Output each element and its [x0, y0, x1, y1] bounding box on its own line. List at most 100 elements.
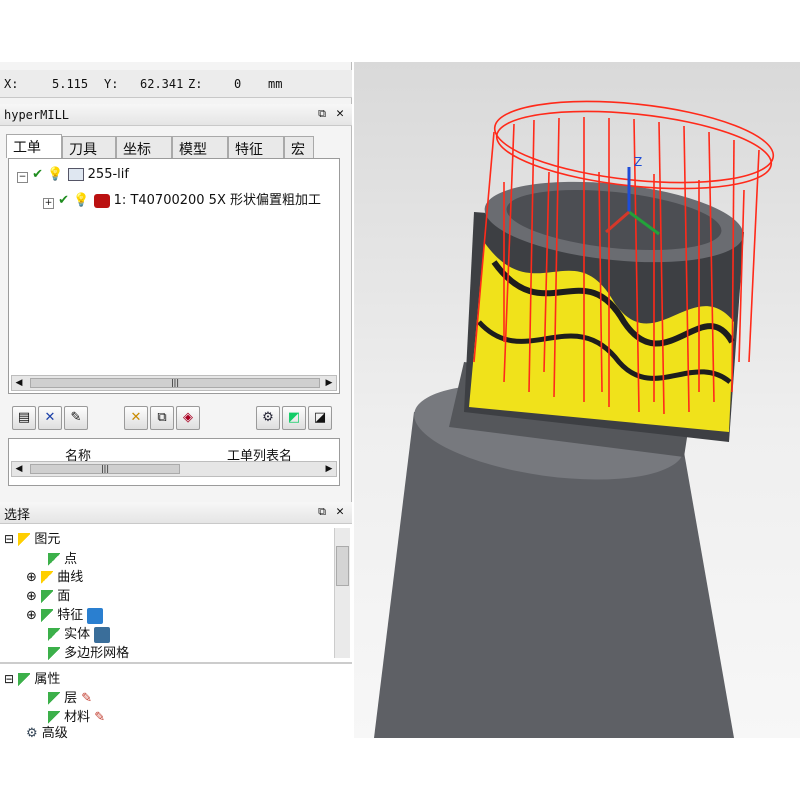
tab-macros[interactable]: 宏: [284, 136, 314, 158]
cursor-arrow-icon: [41, 570, 54, 585]
joblist-icon: [67, 168, 84, 181]
tree-root-label: 255-lif: [87, 167, 129, 182]
sel-root-label: 图元: [34, 532, 61, 547]
sel-root-row[interactable]: ⊟ 图元: [4, 528, 60, 547]
job-tree: − ✔ 💡 255-lif + ✔ 💡 1: T40700200 5X 形状偏置…: [8, 158, 340, 394]
sel-item-label: 曲线: [57, 570, 84, 585]
scroll-left-icon[interactable]: ◀: [12, 376, 26, 390]
sel-item-face[interactable]: ⊕ 面: [26, 585, 70, 604]
attr-item-label: 材料: [64, 710, 91, 725]
sel-item-label: 面: [57, 589, 71, 604]
calculate-icon[interactable]: ✕: [124, 406, 148, 430]
sel-item-label: 特征: [57, 608, 84, 623]
expand-icon[interactable]: ⊕: [26, 570, 37, 585]
job-list-table: 名称 工单列表名 ◀ ||| ▶: [8, 438, 340, 486]
check-icon: ✔: [58, 193, 70, 208]
rename-icon[interactable]: ✎: [64, 406, 88, 430]
sel-item-solid[interactable]: 实体: [48, 623, 111, 643]
cursor-arrow-icon: [41, 608, 54, 623]
attr-item-label: 层: [64, 691, 78, 706]
close-icon[interactable]: ✕: [336, 106, 344, 121]
divider: [0, 662, 352, 664]
selection-vscrollbar[interactable]: [334, 528, 350, 658]
expand-icon[interactable]: ⊕: [26, 589, 37, 604]
pencil-icon: ✎: [94, 710, 106, 725]
scroll-thumb[interactable]: [336, 546, 349, 586]
cursor-arrow-icon: [18, 672, 31, 687]
sel-item-curve[interactable]: ⊕ 曲线: [26, 566, 83, 585]
gear-icon: ⚙: [26, 726, 38, 741]
solid-icon: [94, 626, 111, 643]
edit-icon[interactable]: ◩: [282, 406, 306, 430]
sel-item-mesh[interactable]: 多边形网格: [48, 642, 129, 661]
expand-icon[interactable]: ⊕: [26, 608, 37, 623]
selection-title-text: 选择: [4, 508, 31, 523]
collapse-icon[interactable]: −: [17, 172, 28, 183]
coordinate-bar: X: 5.115 Y: 62.341 Z: 0 mm: [0, 70, 352, 98]
selection-panel-title: 选择 ⧉ ✕: [0, 502, 352, 524]
collapse-icon[interactable]: ⊟: [4, 672, 14, 686]
advanced-row[interactable]: ⚙ 高级: [26, 722, 68, 741]
tool-icon: [93, 193, 110, 208]
attr-root-label: 属性: [34, 672, 61, 687]
cursor-arrow-icon: [48, 627, 60, 642]
collapse-icon[interactable]: ⊟: [4, 532, 14, 546]
tree-hscrollbar[interactable]: ◀ ||| ▶: [11, 375, 337, 391]
pencil-icon: ✎: [81, 691, 93, 706]
hypermill-panel-title: hyperMILL ⧉ ✕: [0, 104, 352, 126]
bulb-icon: 💡: [73, 193, 90, 208]
panel-title-text: hyperMILL: [4, 108, 70, 122]
simulate-icon[interactable]: ⚙: [256, 406, 280, 430]
stock-icon[interactable]: ◈: [176, 406, 200, 430]
pin-icon[interactable]: ⧉: [318, 505, 326, 519]
z-label: Z:: [188, 77, 203, 91]
attr-item-layer[interactable]: 层 ✎: [48, 687, 92, 706]
check-icon: ✔: [32, 167, 44, 182]
y-value: 62.341: [140, 77, 184, 91]
tree-root-row[interactable]: − ✔ 💡 255-lif: [17, 167, 129, 187]
sel-item-label: 实体: [64, 627, 91, 642]
scroll-left-icon[interactable]: ◀: [12, 462, 26, 476]
advanced-label: 高级: [41, 726, 68, 741]
scroll-right-icon[interactable]: ▶: [322, 462, 336, 476]
scroll-right-icon[interactable]: ▶: [322, 376, 336, 390]
3d-viewport[interactable]: Z: [354, 62, 800, 738]
cursor-arrow-icon: [48, 691, 60, 706]
window-icon[interactable]: ◪: [308, 406, 332, 430]
x-value: 5.115: [52, 77, 89, 91]
delete-icon[interactable]: ✕: [38, 406, 62, 430]
bulb-icon: 💡: [47, 167, 64, 182]
attr-root-row[interactable]: ⊟ 属性: [4, 668, 60, 687]
job-toolbar: ▤ ✕ ✎ ✕ ⧉ ◈ ⚙ ◩ ◪: [8, 404, 340, 434]
cursor-arrow-icon: [18, 532, 31, 547]
sel-item-label: 点: [64, 552, 78, 567]
model-render: Z: [374, 100, 775, 738]
tab-tools[interactable]: 刀具: [62, 136, 116, 158]
unit-label: mm: [268, 77, 283, 91]
scroll-thumb[interactable]: |||: [30, 464, 180, 474]
axis-z-label: Z: [634, 155, 642, 169]
tab-frames[interactable]: 坐标: [116, 136, 172, 158]
scroll-thumb[interactable]: |||: [30, 378, 320, 388]
tab-jobs[interactable]: 工单: [6, 134, 62, 158]
cursor-arrow-icon: [41, 589, 54, 604]
tab-features[interactable]: 特征: [228, 136, 284, 158]
tab-bar: 工单 刀具 坐标 模型 特征 宏: [0, 134, 352, 158]
tab-models[interactable]: 模型: [172, 136, 228, 158]
feature-cube-icon: [87, 607, 104, 624]
cursor-arrow-icon: [48, 646, 60, 661]
list-hscrollbar[interactable]: ◀ ||| ▶: [11, 461, 337, 477]
sel-item-feature[interactable]: ⊕ 特征: [26, 604, 104, 624]
expand-icon[interactable]: +: [43, 198, 54, 209]
x-label: X:: [4, 77, 19, 91]
sel-item-point[interactable]: 点: [48, 548, 77, 567]
pin-icon[interactable]: ⧉: [318, 107, 326, 121]
selection-tree: ⊟ 图元 点 ⊕ 曲线 ⊕ 面 ⊕ 特征 实体 多边形网格 ⊟ 属性 层 ✎ 材…: [0, 524, 352, 741]
copy-icon[interactable]: ⧉: [150, 406, 174, 430]
tree-job-label: 1: T40700200 5X 形状偏置粗加工: [113, 193, 321, 208]
z-value: 0: [234, 77, 242, 91]
cursor-arrow-icon: [48, 552, 60, 567]
new-job-icon[interactable]: ▤: [12, 406, 36, 430]
tree-job-row[interactable]: + ✔ 💡 1: T40700200 5X 形状偏置粗加工: [43, 189, 321, 209]
close-icon[interactable]: ✕: [336, 504, 344, 519]
